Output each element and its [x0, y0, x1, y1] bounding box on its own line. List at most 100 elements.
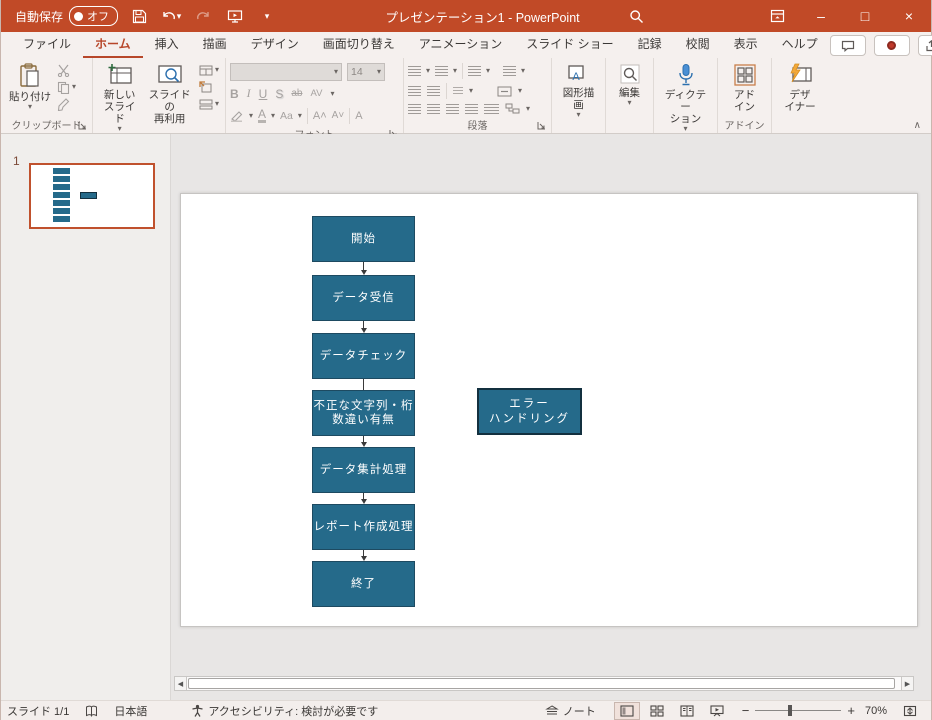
customize-qat-button[interactable]: ▾: [256, 5, 278, 27]
flow-box-aggregate[interactable]: データ集計処理: [312, 447, 415, 493]
align-text-icon[interactable]: [497, 86, 512, 97]
tab-help[interactable]: ヘルプ: [770, 31, 830, 58]
increase-indent-icon[interactable]: [427, 86, 440, 96]
slide-thumbnail[interactable]: [29, 163, 155, 229]
highlight-pen-icon[interactable]: [230, 110, 244, 122]
align-right-icon[interactable]: [446, 104, 459, 114]
designer-button[interactable]: デザ イナー: [780, 61, 819, 115]
copy-button[interactable]: ▾: [57, 80, 76, 94]
bullets-icon[interactable]: [408, 66, 421, 76]
change-case-button[interactable]: Aa: [280, 110, 293, 122]
flow-box-end[interactable]: 終了: [312, 561, 415, 607]
normal-view-button[interactable]: [614, 702, 640, 720]
tab-draw[interactable]: 描画: [191, 31, 239, 58]
flow-box-validate[interactable]: 不正な文字列・桁 数違い有無: [312, 390, 415, 436]
align-left-icon[interactable]: [408, 104, 421, 114]
tab-view[interactable]: 表示: [722, 31, 770, 58]
flow-box-report[interactable]: レポート作成処理: [312, 504, 415, 550]
reuse-slides-button[interactable]: スライドの 再利用: [142, 61, 197, 127]
addins-button[interactable]: アド イン: [729, 61, 761, 115]
italic-button[interactable]: I: [247, 86, 251, 101]
decrease-indent-icon[interactable]: [408, 86, 421, 96]
numbering-icon[interactable]: [435, 66, 448, 76]
tab-review[interactable]: 校閲: [674, 31, 722, 58]
tab-transitions[interactable]: 画面切り替え: [311, 31, 407, 58]
section-button[interactable]: ▾: [199, 97, 219, 111]
editing-button[interactable]: 編集 ▾: [615, 61, 645, 109]
text-direction-icon[interactable]: [503, 66, 516, 76]
strikethrough-button[interactable]: ab: [291, 88, 302, 99]
flow-box-error-handling[interactable]: エラー ハンドリング: [477, 388, 582, 435]
underline-button[interactable]: U: [259, 87, 268, 101]
autosave-toggle[interactable]: オフ: [69, 6, 118, 26]
collapse-ribbon-chevron-icon[interactable]: ∧: [914, 120, 921, 131]
clear-formatting-button[interactable]: A: [355, 110, 362, 122]
zoom-slider-thumb[interactable]: [788, 705, 792, 716]
autosave-control[interactable]: 自動保存 オフ: [15, 6, 118, 26]
scrollbar-thumb[interactable]: [188, 678, 895, 689]
tab-design[interactable]: デザイン: [239, 31, 311, 58]
scrollbar-track[interactable]: [187, 676, 901, 691]
tab-animations[interactable]: アニメーション: [407, 31, 515, 58]
text-shadow-button[interactable]: S: [275, 87, 283, 101]
share-button[interactable]: ▾: [918, 35, 932, 56]
undo-button[interactable]: ▾: [160, 5, 182, 27]
clipboard-dialog-launcher[interactable]: [78, 121, 87, 130]
shrink-font-button[interactable]: A˅: [332, 110, 345, 121]
line-spacing-icon[interactable]: [468, 66, 481, 76]
slideshow-view-button[interactable]: [704, 702, 730, 720]
flow-box-check[interactable]: データチェック: [312, 333, 415, 379]
slide[interactable]: 開始 データ受信 データチェック 不正な文字列・桁 数違い有無 データ集計処理 …: [180, 193, 918, 627]
bold-button[interactable]: B: [230, 87, 239, 101]
tab-record[interactable]: 記録: [626, 31, 674, 58]
tab-slideshow[interactable]: スライド ショー: [514, 31, 625, 58]
scroll-right-button[interactable]: ▶: [901, 676, 914, 691]
flow-box-start[interactable]: 開始: [312, 216, 415, 262]
font-name-combo[interactable]: ▾: [230, 63, 342, 81]
columns-icon[interactable]: [453, 87, 463, 96]
reset-slide-button[interactable]: [199, 80, 219, 94]
start-slideshow-button[interactable]: [224, 5, 246, 27]
slide-indicator[interactable]: スライド 1/1: [7, 703, 69, 719]
tab-file[interactable]: ファイル: [11, 31, 83, 58]
ribbon-display-options-button[interactable]: [755, 0, 799, 32]
font-color-button[interactable]: A: [258, 109, 266, 123]
undo-caret-icon[interactable]: ▾: [177, 11, 182, 22]
slide-layout-button[interactable]: ▾: [199, 63, 219, 77]
comments-button[interactable]: [830, 35, 866, 56]
justify-icon[interactable]: [465, 104, 478, 114]
minimize-button[interactable]: –: [799, 0, 843, 32]
distribute-icon[interactable]: [484, 104, 499, 114]
zoom-out-button[interactable]: −: [742, 703, 750, 718]
fit-to-window-button[interactable]: [897, 702, 923, 720]
paragraph-dialog-launcher[interactable]: [537, 121, 546, 130]
new-slide-button[interactable]: 新しい スライド ▾: [97, 61, 142, 135]
zoom-in-button[interactable]: +: [847, 703, 855, 718]
flow-box-receive[interactable]: データ受信: [312, 275, 415, 321]
paste-button[interactable]: 貼り付け ▾: [5, 61, 55, 113]
align-center-icon[interactable]: [427, 104, 440, 114]
grow-font-button[interactable]: A˄: [313, 110, 327, 122]
scroll-left-button[interactable]: ◀: [174, 676, 187, 691]
format-painter-button[interactable]: [57, 97, 76, 111]
accessibility-status[interactable]: アクセシビリティ: 検討が必要です: [191, 703, 378, 719]
notes-button[interactable]: ノート: [545, 703, 596, 719]
character-spacing-button[interactable]: AV: [310, 88, 322, 99]
zoom-percent[interactable]: 70%: [865, 705, 887, 717]
zoom-slider[interactable]: [755, 710, 841, 711]
reading-view-button[interactable]: [674, 702, 700, 720]
cut-button[interactable]: [57, 63, 76, 77]
proofing-button[interactable]: [85, 705, 98, 717]
convert-smartart-icon[interactable]: [505, 103, 520, 114]
tab-insert[interactable]: 挿入: [143, 31, 191, 58]
font-size-combo[interactable]: 14 ▾: [347, 63, 385, 81]
search-button[interactable]: [626, 5, 648, 27]
slide-sorter-view-button[interactable]: [644, 702, 670, 720]
record-button[interactable]: [874, 35, 910, 56]
tab-home[interactable]: ホーム: [83, 31, 143, 58]
save-button[interactable]: [128, 5, 150, 27]
drawing-button[interactable]: A 図形描画 ▾: [556, 61, 601, 121]
close-button[interactable]: ×: [887, 0, 931, 32]
dictation-button[interactable]: ディクテー ション ▾: [658, 61, 713, 135]
language-indicator[interactable]: 日本語: [114, 703, 147, 719]
